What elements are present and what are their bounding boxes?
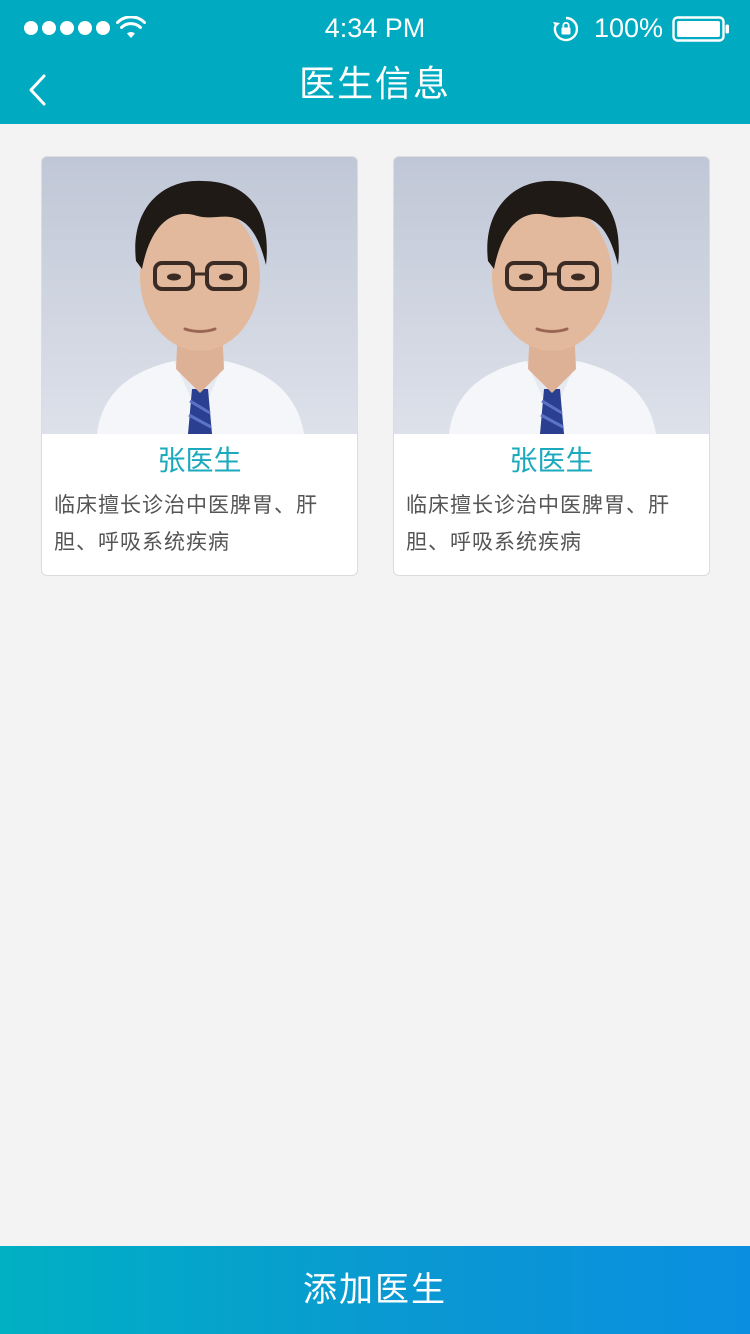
battery-percent: 100% [594,13,664,43]
doctor-card[interactable]: 张医生 临床擅长诊治中医脾胃、肝胆、呼吸系统疾病 [41,156,358,576]
page-title: 医生信息 [298,64,451,105]
doctor-name: 张医生 [509,444,594,477]
app-header: 4:34 PM 100% 医生信息 [0,0,750,124]
doctor-photo [394,157,709,434]
doctor-photo [42,157,357,434]
doctor-description: 临床擅长诊治中医脾胃、肝胆、呼吸系统疾病 [406,493,670,554]
doctor-name: 张医生 [157,444,242,477]
add-doctor-button[interactable]: 添加医生 [0,1246,750,1334]
doctor-description: 临床擅长诊治中医脾胃、肝胆、呼吸系统疾病 [54,493,318,554]
battery-icon [672,16,729,42]
status-bar: 4:34 PM 100% [0,0,750,56]
doctor-card[interactable]: 张医生 临床擅长诊治中医脾胃、肝胆、呼吸系统疾病 [393,156,710,576]
doctor-list: 张医生 临床擅长诊治中医脾胃、肝胆、呼吸系统疾病 张医生 临床擅长诊治中医脾胃、… [41,156,711,576]
rotation-lock-icon [553,16,579,42]
nav-bar: 医生信息 [0,56,750,124]
